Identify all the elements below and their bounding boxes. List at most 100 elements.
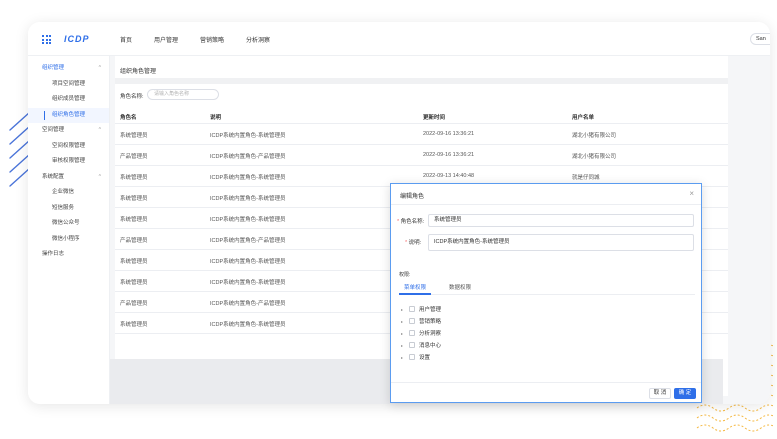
sidebar-item-label: 操作日志 — [42, 251, 65, 257]
sidebar-item-label: 空间权限管理 — [52, 142, 86, 149]
table-cell: ICDP系统内置角色-产品管理员 — [210, 154, 286, 160]
sidebar-item[interactable]: 组织成员管理 — [28, 92, 109, 108]
sidebar-item[interactable]: 空间权限管理 — [28, 139, 109, 155]
sidebar-item[interactable]: 组织管理 ^ — [28, 61, 109, 77]
sidebar-item[interactable]: 微信小程序 — [28, 232, 109, 248]
sidebar-item-label: 系统配置 — [42, 173, 65, 180]
confirm-button[interactable]: 确 定 — [674, 388, 696, 399]
table-cell: 系统管理员 — [120, 133, 148, 139]
top-nav: 首页 用户管理 营销策略 分析洞察 — [120, 35, 292, 44]
tree-node[interactable]: ▸ 设置 — [401, 353, 430, 363]
caret-right-icon[interactable]: ▸ — [401, 317, 409, 327]
tree-checkbox[interactable] — [409, 342, 415, 349]
description-textarea[interactable]: ICDP系统内置角色-系统管理员 — [428, 234, 694, 251]
caret-right-icon[interactable]: ▸ — [401, 329, 409, 339]
tree-checkbox[interactable] — [409, 318, 415, 325]
table-cell: 2022-09-16 13:36:21 — [423, 152, 475, 158]
description-label: * 说明: — [405, 240, 422, 246]
table-cell: 系统管理员 — [120, 259, 148, 265]
table-cell: ICDP系统内置角色-系统管理员 — [210, 217, 286, 223]
sidebar-item[interactable]: 审核权限管理 — [28, 154, 109, 170]
table-cell: ICDP系统内置角色-系统管理员 — [210, 196, 286, 202]
table-cell: ICDP系统内置角色-系统管理员 — [210, 259, 286, 265]
caret-right-icon[interactable]: ▸ — [401, 341, 409, 351]
tree-node-label: 营销策略 — [419, 319, 442, 325]
column-header-desc: 说明 — [210, 115, 222, 121]
stage: ICDP 首页 用户管理 营销策略 分析洞察 San 组织管理 ^ 项目空间管理 组织… — [0, 0, 777, 439]
sidebar-item[interactable]: 微信公众号 — [28, 216, 109, 232]
sidebar-item[interactable]: 空间管理 ^ — [28, 123, 109, 139]
table-cell: 系统管理员 — [120, 196, 148, 202]
table-row[interactable]: 系统管理员 ICDP系统内置角色-系统管理员 2022-09-16 13:36:21… — [115, 124, 728, 145]
column-header-updated: 更新时间 — [423, 115, 446, 121]
table-cell: ICDP系统内置角色-系统管理员 — [210, 175, 286, 181]
top-bar: ICDP 首页 用户管理 营销策略 分析洞察 San — [28, 22, 770, 56]
sidebar-item-label: 审核权限管理 — [52, 158, 86, 164]
sidebar-item[interactable]: 操作日志 — [28, 247, 109, 263]
table-cell: 系统管理员 — [120, 322, 148, 328]
tree-checkbox[interactable] — [409, 306, 415, 313]
tab-data-permission[interactable]: 数据权限 — [449, 283, 471, 291]
table-cell: ICDP系统内置角色-产品管理员 — [210, 238, 286, 244]
table-cell: 产品管理员 — [120, 238, 148, 244]
tree-node-label: 设置 — [419, 355, 431, 361]
column-header-users: 用户名单 — [572, 115, 595, 121]
page-title: 组织角色管理 — [120, 69, 157, 75]
tree-node-label: 用户管理 — [419, 307, 442, 313]
sidebar-item-label: 短信服务 — [52, 204, 75, 211]
sidebar-item[interactable]: 项目空间管理 — [28, 77, 109, 93]
nav-item-users[interactable]: 用户管理 — [154, 35, 178, 44]
close-icon[interactable]: × — [689, 189, 694, 198]
sidebar-item-label: 微信小程序 — [52, 235, 80, 242]
tree-node-label: 消息中心 — [419, 343, 442, 349]
table-cell: 湖北小猪有限公司 — [572, 133, 617, 139]
table-cell: ICDP系统内置角色-产品管理员 — [210, 301, 286, 307]
nav-item-marketing[interactable]: 营销策略 — [200, 35, 224, 44]
tree-node[interactable]: ▸ 消息中心 — [401, 341, 441, 351]
tree-checkbox[interactable] — [409, 354, 415, 361]
divider — [391, 204, 701, 205]
table-row[interactable]: 产品管理员 ICDP系统内置角色-产品管理员 2022-09-16 13:36:21… — [115, 145, 728, 166]
table-cell: ICDP系统内置角色-系统管理员 — [210, 280, 286, 286]
tree-checkbox[interactable] — [409, 330, 415, 337]
sidebar-item[interactable]: 系统配置 ^ — [28, 170, 109, 186]
role-name-input[interactable]: 系统管理员 — [428, 214, 694, 227]
sidebar-item-label: 微信公众号 — [52, 220, 80, 226]
chevron-up-icon: ^ — [98, 65, 101, 71]
app-grid-icon[interactable] — [42, 35, 51, 44]
tree-node[interactable]: ▸ 营销策略 — [401, 317, 441, 327]
sidebar-item[interactable]: 短信服务 — [28, 201, 109, 217]
sidebar-item-label: 组织管理 — [42, 65, 65, 71]
caret-right-icon[interactable]: ▸ — [401, 305, 409, 315]
caret-right-icon[interactable]: ▸ — [401, 353, 409, 363]
table-cell: 就是仔同城 — [572, 175, 600, 181]
table-cell: ICDP系统内置角色-系统管理员 — [210, 133, 286, 139]
tree-node[interactable]: ▸ 用户管理 — [401, 305, 441, 315]
search-input[interactable]: 请输入角色名称 — [147, 89, 219, 100]
sidebar-item-label: 项目空间管理 — [52, 80, 86, 87]
nav-item-analysis[interactable]: 分析洞察 — [246, 35, 270, 44]
user-menu[interactable]: San — [750, 33, 770, 45]
sidebar-item-label: 空间管理 — [42, 127, 65, 133]
table-header: 角色名 说明 更新时间 用户名单 — [115, 110, 728, 124]
tree-node[interactable]: ▸ 分析洞察 — [401, 329, 441, 339]
sidebar-item[interactable]: 组织角色管理 — [28, 107, 109, 123]
permission-label: 权限: — [399, 272, 411, 278]
sidebar: 组织管理 ^ 项目空间管理 组织成员管理 组织角色管理 空间管理 ^ 空间权限管理 审核权限管理… — [28, 56, 110, 404]
table-cell: 系统管理员 — [120, 217, 148, 223]
nav-item-home[interactable]: 首页 — [120, 35, 132, 44]
tree-node-label: 分析洞察 — [419, 331, 442, 337]
divider — [391, 382, 701, 383]
search-label: 角色名称: — [120, 94, 144, 100]
table-cell: 2022-09-13 14:40:48 — [423, 173, 475, 179]
sidebar-item-label: 企业微信 — [52, 189, 75, 195]
role-name-label: * 角色名称: — [397, 219, 425, 225]
chevron-up-icon: ^ — [98, 173, 101, 180]
tab-menu-permission[interactable]: 菜单权限 — [404, 283, 426, 291]
table-cell: 产品管理员 — [120, 154, 148, 160]
sidebar-item[interactable]: 企业微信 — [28, 185, 109, 201]
table-cell: 湖北小猪有限公司 — [572, 154, 617, 160]
column-header-role: 角色名 — [120, 115, 137, 121]
cancel-button[interactable]: 取 消 — [649, 388, 671, 399]
table-cell: 产品管理员 — [120, 301, 148, 307]
